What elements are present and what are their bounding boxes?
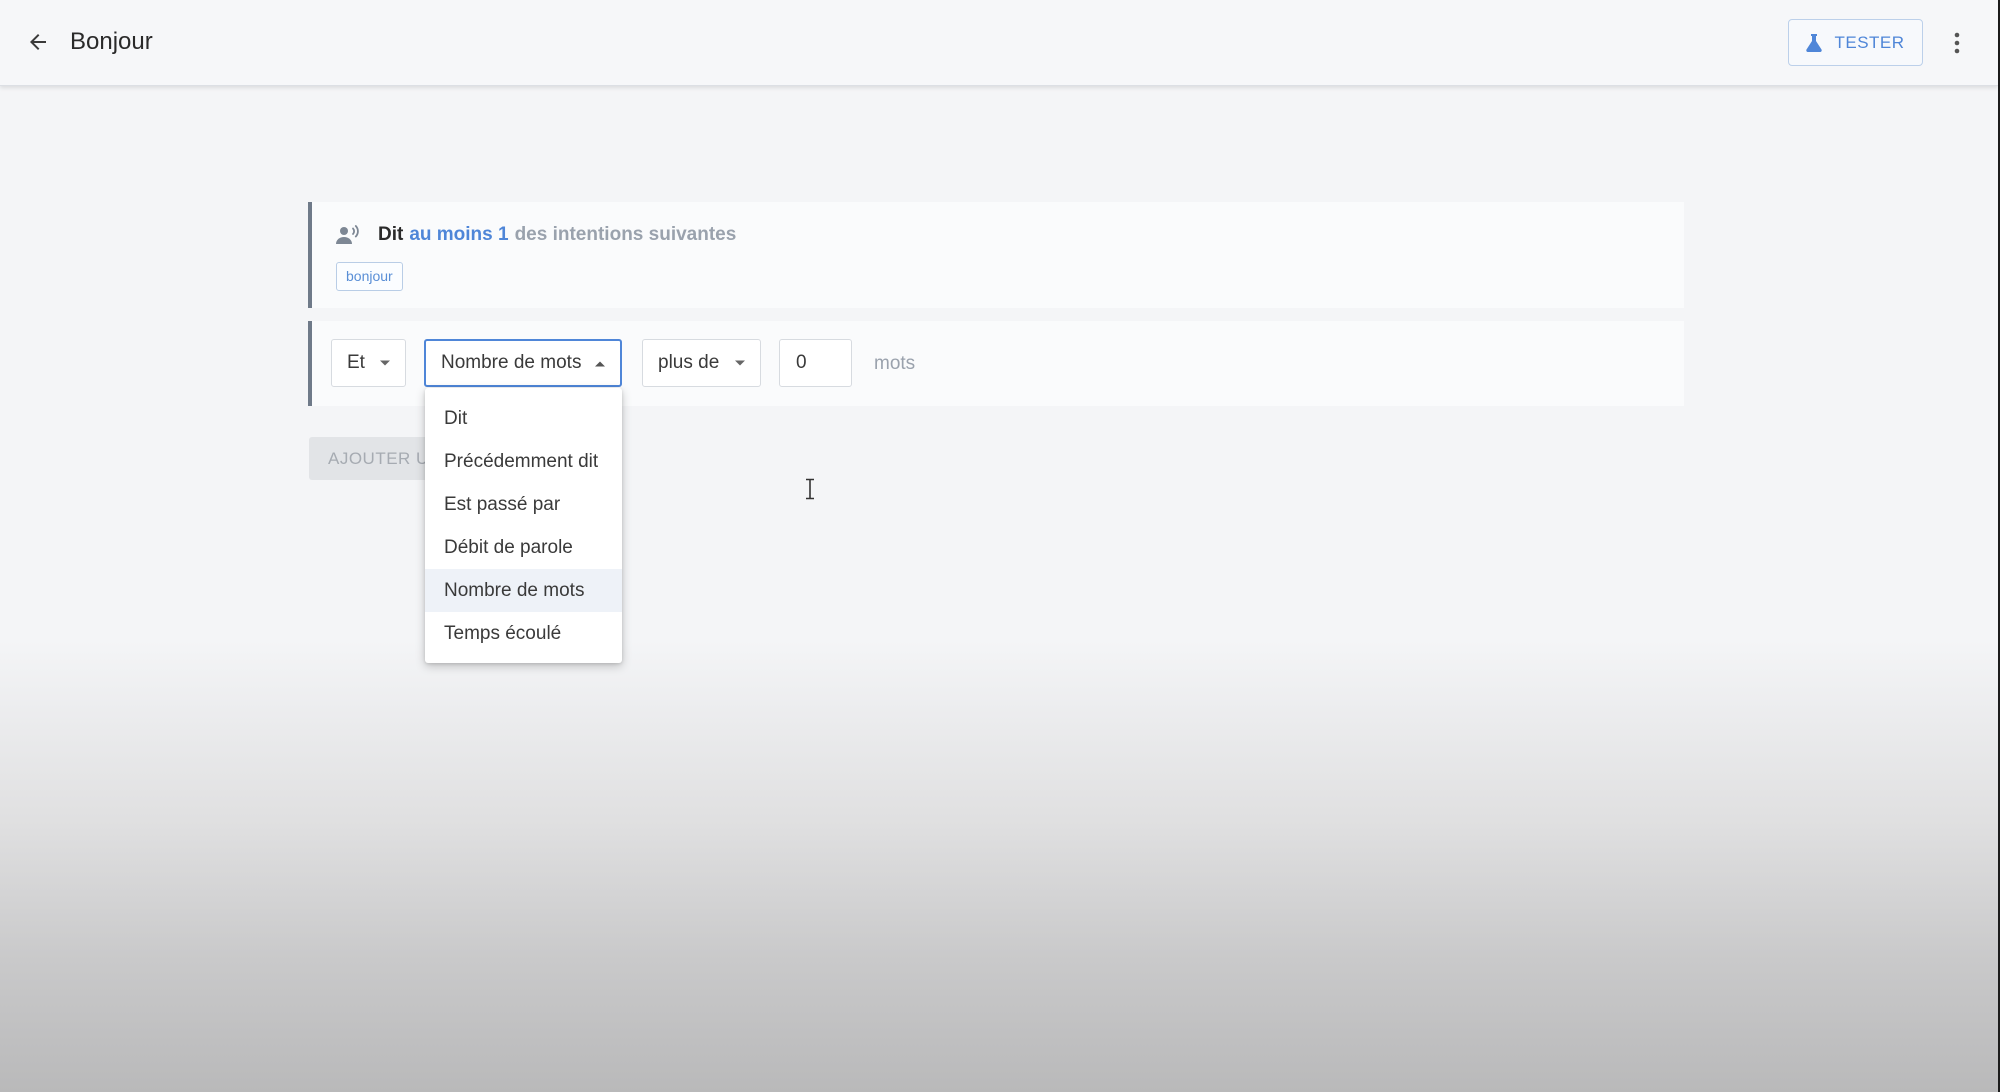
- operator-value: plus de: [658, 352, 720, 373]
- back-button[interactable]: [18, 22, 58, 62]
- metric-value: Nombre de mots: [441, 352, 582, 373]
- text-cursor-icon: [806, 478, 814, 500]
- speaking-person-icon: [336, 225, 362, 245]
- metric-select[interactable]: Nombre de mots: [424, 339, 622, 387]
- unit-label: mots: [874, 353, 916, 374]
- page-title: Bonjour: [70, 28, 153, 55]
- operator-select[interactable]: plus de: [642, 339, 761, 387]
- caret-down-icon: [735, 360, 745, 366]
- dropdown-option-nombre-de-mots[interactable]: Nombre de mots: [425, 569, 622, 612]
- dropdown-option-est-passe-par[interactable]: Est passé par: [425, 483, 622, 526]
- intent-condition-text: Dit au moins 1 des intentions suivantes: [336, 224, 736, 246]
- tester-button[interactable]: TESTER: [1788, 19, 1923, 66]
- dropdown-option-debit-de-parole[interactable]: Débit de parole: [425, 526, 622, 569]
- intent-verb: Dit: [378, 224, 404, 245]
- caret-up-icon: [595, 361, 605, 367]
- word-count-input[interactable]: [779, 339, 852, 387]
- arrow-left-icon: [30, 34, 46, 50]
- app-header: Bonjour TESTER: [0, 0, 1998, 86]
- intent-suffix: des intentions suivantes: [514, 224, 737, 245]
- more-options-button[interactable]: [1940, 24, 1974, 62]
- dropdown-option-precedemment-dit[interactable]: Précédemment dit: [425, 440, 622, 483]
- intent-quantifier[interactable]: au moins 1: [409, 224, 508, 246]
- more-vertical-icon: [1954, 32, 1960, 54]
- dropdown-option-dit[interactable]: Dit: [425, 397, 622, 440]
- flask-icon: [1806, 33, 1823, 52]
- metric-dropdown-menu: Dit Précédemment dit Est passé par Débit…: [425, 388, 622, 663]
- intent-tag-bonjour[interactable]: bonjour: [336, 262, 403, 291]
- intent-condition-card: Dit au moins 1 des intentions suivantes …: [308, 202, 1684, 308]
- tester-label: TESTER: [1834, 32, 1905, 52]
- caret-down-icon: [380, 360, 390, 366]
- conjunction-value: Et: [347, 352, 365, 373]
- app-screen: Bonjour TESTER Dit au moins 1 des intent…: [0, 0, 1998, 1092]
- conjunction-select[interactable]: Et: [331, 339, 406, 387]
- dropdown-option-temps-ecoule[interactable]: Temps écoulé: [425, 612, 622, 655]
